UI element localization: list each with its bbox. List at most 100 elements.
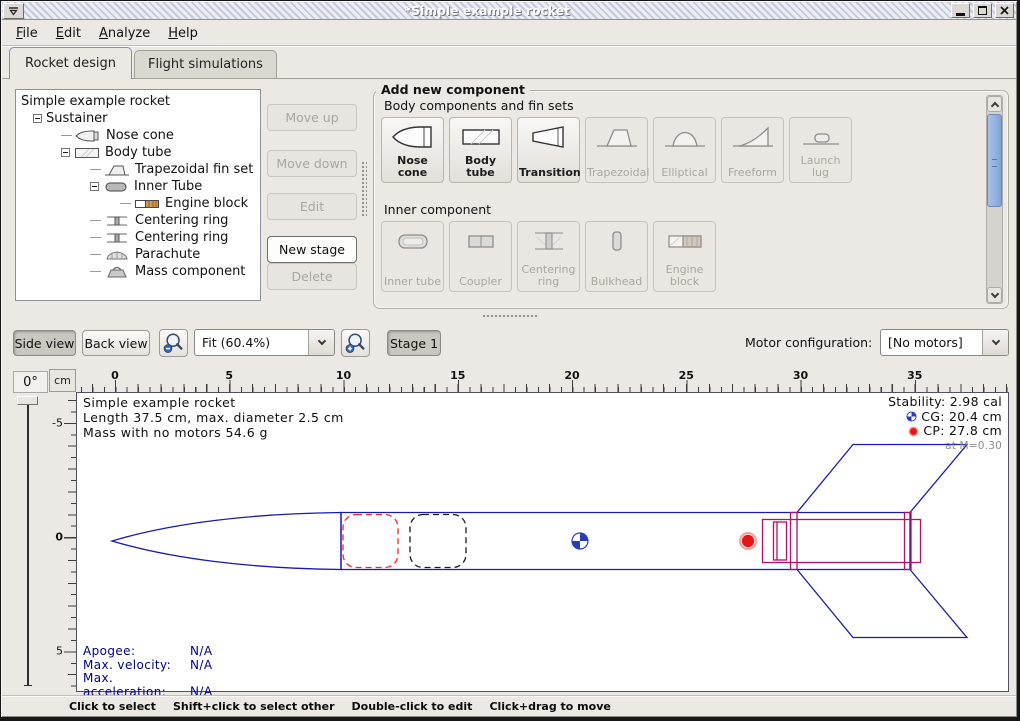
ruler-unit-label: cm	[49, 369, 76, 392]
tree-row[interactable]: Inner Tube	[16, 178, 260, 195]
body-components-row: Nose cone Body tube Transition Trapezoid…	[381, 117, 852, 183]
component-button-label: Body tube	[451, 155, 510, 179]
component-button[interactable]: Body tube	[449, 117, 512, 183]
component-icon	[75, 129, 101, 143]
scroll-down-button[interactable]	[987, 287, 1002, 303]
centering-ring-front[interactable]	[791, 513, 798, 570]
component-button[interactable]: Elliptical	[653, 117, 716, 183]
component-button-icon	[391, 227, 435, 255]
component-button-label: Nose cone	[383, 155, 442, 179]
cp-line: CP: 27.8 cm	[888, 424, 1002, 439]
component-button-icon	[527, 227, 571, 255]
component-button-label: Engine block	[655, 264, 714, 288]
minimize-button[interactable]	[951, 3, 970, 18]
flight-data-label: Max. velocity:	[83, 659, 190, 673]
ruler-tick-label: 15	[450, 369, 465, 382]
rotation-slider[interactable]	[27, 400, 29, 686]
side-view-button[interactable]: Side view	[13, 330, 76, 356]
component-button-label: Transition	[519, 167, 578, 179]
menu-item[interactable]: Edit	[47, 23, 90, 44]
zoom-level-select[interactable]: Fit (60.4%)	[194, 329, 335, 356]
action-button[interactable]: Move up	[267, 104, 357, 131]
tree-action-buttons: Move up Move down Edit New stageDelete	[267, 95, 357, 290]
action-button[interactable]: Edit	[267, 193, 357, 220]
component-button[interactable]: Inner tube	[381, 221, 444, 292]
nose-cone-outline[interactable]	[112, 513, 341, 570]
action-button[interactable]: Move down	[267, 150, 357, 177]
component-button[interactable]: Trapezoidal	[585, 117, 648, 183]
titlebar[interactable]: *Simple example rocket	[2, 2, 1016, 20]
tree-row[interactable]: Centering ring	[16, 229, 260, 246]
component-tree[interactable]: Simple example rocket Sustainer Nose con…	[15, 89, 261, 301]
tree-row[interactable]: Simple example rocket	[16, 93, 260, 110]
tree-expander-icon[interactable]	[90, 182, 99, 191]
action-button[interactable]: New stage	[267, 236, 357, 263]
component-button-label: Coupler	[451, 276, 510, 288]
fin-top[interactable]	[797, 445, 967, 513]
component-button-icon	[459, 227, 503, 255]
back-view-button[interactable]: Back view	[82, 330, 150, 356]
tree-row[interactable]: Engine block	[16, 195, 260, 212]
rocket-design-canvas[interactable]: Simple example rocketLength 37.5 cm, max…	[76, 392, 1009, 692]
tree-row[interactable]: Parachute	[16, 246, 260, 263]
scroll-up-button[interactable]	[987, 96, 1002, 112]
component-panel-scrollbar[interactable]	[986, 95, 1003, 304]
component-button[interactable]: Bulkhead	[585, 221, 648, 292]
body-components-label: Body components and fin sets	[384, 98, 574, 113]
action-button[interactable]: Delete	[267, 263, 357, 290]
zoom-level-value: Fit (60.4%)	[195, 330, 308, 355]
tab[interactable]: Flight simulations	[134, 50, 277, 79]
tree-row[interactable]: Nose cone	[16, 127, 260, 144]
flight-data-row: Max. velocity:N/A	[83, 659, 212, 673]
tree-row[interactable]: Mass component	[16, 263, 260, 280]
component-button[interactable]: Coupler	[449, 221, 512, 292]
engine-block-outline[interactable]	[774, 522, 787, 560]
mass-component-outline[interactable]	[410, 515, 466, 568]
fin-bottom[interactable]	[797, 570, 967, 638]
add-component-panel: Add new component Body components and fi…	[373, 90, 1009, 309]
component-button[interactable]: Engine block	[653, 221, 716, 292]
component-button-label: Bulkhead	[587, 276, 646, 288]
tree-row-label: Centering ring	[135, 230, 228, 245]
body-tube-outline[interactable]	[341, 513, 910, 570]
info-line: Length 37.5 cm, max. diameter 2.5 cm	[83, 410, 344, 425]
tree-row[interactable]: Body tube	[16, 144, 260, 161]
parachute-outline[interactable]	[343, 515, 398, 568]
close-button[interactable]	[995, 3, 1014, 18]
tree-expander-icon[interactable]	[33, 114, 42, 123]
menu-item[interactable]: Help	[159, 23, 207, 44]
cg-line: CG: 20.4 cm	[888, 410, 1002, 425]
tab[interactable]: Rocket design	[9, 47, 132, 79]
component-button-icon	[595, 227, 639, 255]
component-button[interactable]: Launch lug	[789, 117, 852, 183]
ruler-ticks	[115, 380, 1009, 392]
motor-configuration-dropdown-button[interactable]	[982, 330, 1008, 355]
close-icon	[1000, 6, 1009, 15]
zoom-in-button[interactable]	[341, 329, 370, 357]
zoom-level-dropdown-button[interactable]	[308, 330, 334, 355]
window-menu-button[interactable]	[3, 3, 24, 19]
motor-configuration-select[interactable]: [No motors]	[880, 329, 1009, 356]
info-line: Mass with no motors 54.6 g	[83, 425, 344, 440]
stage-toggle-button[interactable]: Stage 1	[387, 330, 441, 356]
tree-connector	[90, 220, 101, 221]
tree-row[interactable]: Centering ring	[16, 212, 260, 229]
zoom-out-button[interactable]	[159, 329, 188, 357]
scrollbar-thumb[interactable]	[987, 114, 1002, 207]
maximize-button[interactable]	[973, 3, 992, 18]
tree-row[interactable]: Sustainer	[16, 110, 260, 127]
menu-item[interactable]: File	[7, 23, 47, 44]
ruler-tick-label: 30	[793, 369, 808, 382]
rotation-slider-handle[interactable]	[17, 396, 38, 405]
menu-item[interactable]: Analyze	[90, 23, 159, 44]
component-button[interactable]: Centering ring	[517, 221, 580, 292]
component-button[interactable]: Freeform	[721, 117, 784, 183]
component-button[interactable]: Transition	[517, 117, 580, 183]
window-menu-icon	[7, 5, 20, 17]
vertical-splitter[interactable]	[360, 89, 368, 301]
tree-expander-icon[interactable]	[61, 148, 70, 157]
horizontal-splitter[interactable]	[2, 312, 1016, 320]
component-button[interactable]: Nose cone	[381, 117, 444, 183]
app-window: *Simple example rocket FileEditAnalyzeHe…	[0, 0, 1020, 721]
tree-row[interactable]: Trapezoidal fin set	[16, 161, 260, 178]
